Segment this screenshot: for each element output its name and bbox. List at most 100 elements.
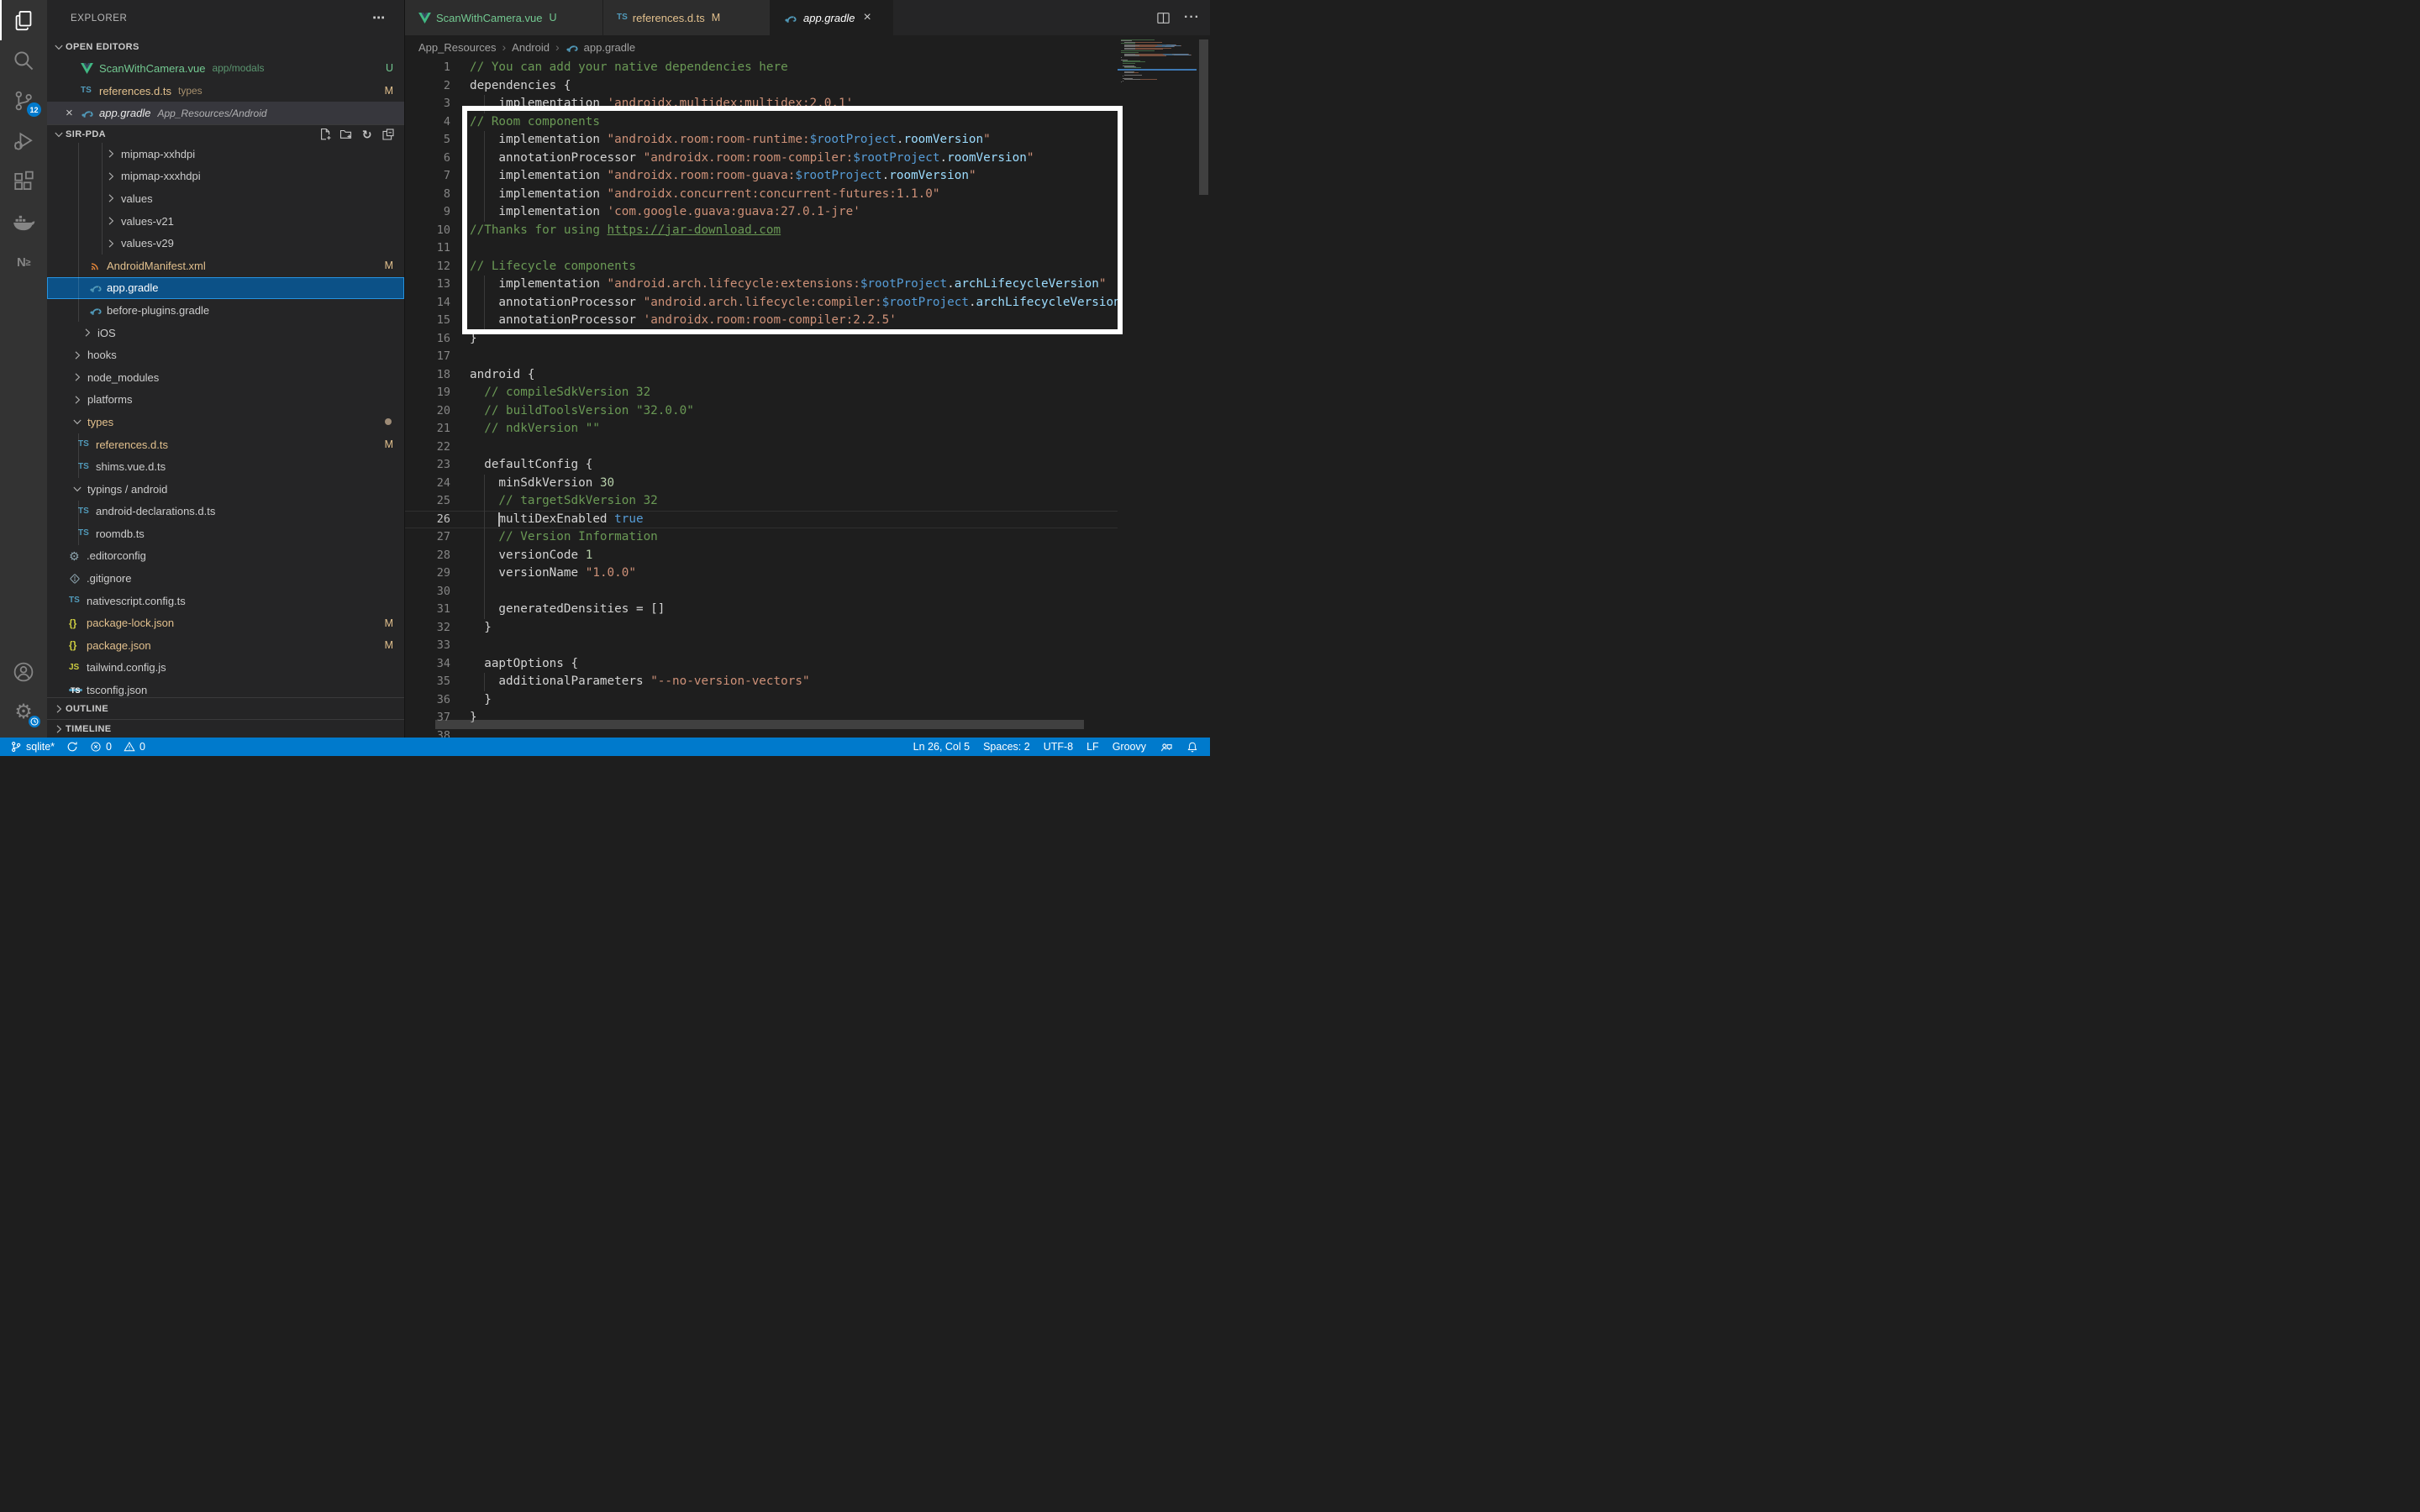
comment-link[interactable]: https://jar-download.com: [608, 223, 781, 237]
activity-run-and-debug-icon[interactable]: [0, 121, 47, 161]
breadcrumb-item-app-gradle[interactable]: app.gradle: [566, 41, 635, 54]
tree-item-hooks[interactable]: hooks: [47, 344, 404, 366]
language-mode[interactable]: Groovy: [1113, 741, 1146, 753]
code-line-24[interactable]: 24 minSdkVersion 30: [405, 475, 1118, 493]
tree-item-android-declarations-d-ts[interactable]: TSandroid-declarations.d.ts: [47, 501, 404, 523]
code-line-5[interactable]: 5 implementation "androidx.room:room-run…: [405, 131, 1118, 150]
code-line-3[interactable]: 3 implementation 'androidx.multidex:mult…: [405, 95, 1118, 113]
code-line-1[interactable]: 1// You can add your native dependencies…: [405, 59, 1118, 77]
code-line-23[interactable]: 23 defaultConfig {: [405, 456, 1118, 475]
breadcrumb-item-android[interactable]: Android: [512, 41, 550, 54]
code-line-18[interactable]: 18android {: [405, 366, 1118, 385]
tree-item-package-lock-json[interactable]: {}package-lock.jsonM: [47, 612, 404, 634]
code-line-2[interactable]: 2dependencies {: [405, 77, 1118, 96]
tree-item-shims-vue-d-ts[interactable]: TSshims.vue.d.ts: [47, 455, 404, 478]
activity-nativescript-icon[interactable]: N≥: [0, 242, 47, 282]
breadcrumb-item-app-resources[interactable]: App_Resources: [418, 41, 497, 54]
code-line-30[interactable]: 30: [405, 583, 1118, 601]
code-line-34[interactable]: 34 aaptOptions {: [405, 655, 1118, 674]
activity-source-control-icon[interactable]: 12: [0, 81, 47, 121]
open-editor-references-d-ts[interactable]: TSreferences.d.tstypesM: [47, 80, 404, 102]
code-line-6[interactable]: 6 annotationProcessor "androidx.room:roo…: [405, 150, 1118, 168]
code-line-36[interactable]: 36 }: [405, 691, 1118, 710]
activity-settings-icon[interactable]: ⚙: [0, 692, 47, 732]
notifications[interactable]: [1186, 741, 1198, 753]
code-line-35[interactable]: 35 additionalParameters "--no-version-ve…: [405, 673, 1118, 691]
split-editor-icon[interactable]: [1156, 11, 1171, 25]
code-line-31[interactable]: 31 generatedDensities = []: [405, 601, 1118, 619]
open-editor-scanwithcamera-vue[interactable]: ScanWithCamera.vueapp/modalsU: [47, 57, 404, 80]
tree-item-editorconfig[interactable]: ⚙.editorconfig: [47, 545, 404, 568]
new-file-icon[interactable]: [318, 127, 333, 142]
tree-item-ios[interactable]: iOS: [47, 322, 404, 344]
code-line-27[interactable]: 27 // Version Information: [405, 528, 1118, 547]
tree-item-nativescript-config-ts[interactable]: TSnativescript.config.ts: [47, 590, 404, 612]
minimap[interactable]: [1118, 35, 1197, 719]
tree-item-values-v29[interactable]: values-v29: [47, 232, 404, 255]
code-line-10[interactable]: 10//Thanks for using https://jar-downloa…: [405, 222, 1118, 240]
activity-docker-icon[interactable]: [0, 202, 47, 242]
encoding[interactable]: UTF-8: [1044, 741, 1073, 753]
end-of-line[interactable]: LF: [1086, 741, 1099, 753]
code-line-12[interactable]: 12// Lifecycle components: [405, 258, 1118, 276]
close-icon[interactable]: ×: [863, 11, 871, 24]
code-editor[interactable]: 1// You can add your native dependencies…: [405, 59, 1118, 738]
tree-item-values-v21[interactable]: values-v21: [47, 210, 404, 233]
code-line-13[interactable]: 13 implementation "android.arch.lifecycl…: [405, 276, 1118, 294]
cursor-position[interactable]: Ln 26, Col 5: [913, 741, 970, 753]
code-line-33[interactable]: 33: [405, 637, 1118, 655]
sync-changes[interactable]: [66, 741, 78, 753]
feedback[interactable]: [1160, 741, 1173, 753]
tree-item-types[interactable]: types: [47, 411, 404, 433]
refresh-explorer-icon[interactable]: ↻: [360, 127, 375, 142]
code-line-9[interactable]: 9 implementation 'com.google.guava:guava…: [405, 203, 1118, 222]
tab-references-d-ts[interactable]: TSreferences.d.tsM: [603, 0, 771, 35]
tab-app-gradle[interactable]: app.gradle×: [771, 0, 893, 35]
code-line-25[interactable]: 25 // targetSdkVersion 32: [405, 492, 1118, 511]
code-line-11[interactable]: 11: [405, 239, 1118, 258]
code-line-4[interactable]: 4// Room components: [405, 113, 1118, 132]
tree-item-node-modules[interactable]: node_modules: [47, 366, 404, 389]
tree-item-values[interactable]: values: [47, 187, 404, 210]
tree-item-references-d-ts[interactable]: TSreferences.d.tsM: [47, 433, 404, 456]
tree-item-platforms[interactable]: platforms: [47, 389, 404, 412]
code-line-8[interactable]: 8 implementation "androidx.concurrent:co…: [405, 186, 1118, 204]
outline-section-header[interactable]: OUTLINE: [47, 697, 404, 719]
code-line-22[interactable]: 22: [405, 438, 1118, 457]
code-line-26[interactable]: 26 multiDexEnabled true: [405, 511, 1118, 529]
tree-item-app-gradle[interactable]: app.gradle: [47, 277, 404, 300]
activity-accounts-icon[interactable]: [0, 652, 47, 692]
code-line-21[interactable]: 21 // ndkVersion "": [405, 420, 1118, 438]
tree-item-gitignore[interactable]: .gitignore: [47, 567, 404, 590]
code-line-28[interactable]: 28 versionCode 1: [405, 547, 1118, 565]
code-line-32[interactable]: 32 }: [405, 619, 1118, 638]
git-branch-status[interactable]: sqlite*: [10, 741, 55, 753]
collapse-folders-icon[interactable]: [381, 127, 396, 142]
tree-item-androidmanifest-xml[interactable]: AndroidManifest.xmlM: [47, 255, 404, 277]
warnings[interactable]: 0: [124, 741, 145, 753]
tree-item-package-json[interactable]: {}package.jsonM: [47, 634, 404, 657]
code-line-7[interactable]: 7 implementation "androidx.room:room-gua…: [405, 167, 1118, 186]
activity-search-icon[interactable]: [0, 40, 47, 81]
open-editor-app-gradle[interactable]: ×app.gradleApp_Resources/Android: [47, 102, 404, 124]
project-section-header[interactable]: SIR-PDA↻: [47, 124, 404, 143]
errors[interactable]: 0: [90, 741, 112, 753]
tree-item-mipmap-xxxhdpi[interactable]: mipmap-xxxhdpi: [47, 165, 404, 188]
tree-item-tailwind-config-js[interactable]: JStailwind.config.js: [47, 657, 404, 680]
code-line-19[interactable]: 19 // compileSdkVersion 32: [405, 384, 1118, 402]
code-line-20[interactable]: 20 // buildToolsVersion "32.0.0": [405, 402, 1118, 421]
more-actions-icon[interactable]: ···: [1184, 15, 1200, 20]
code-line-29[interactable]: 29 versionName "1.0.0": [405, 564, 1118, 583]
timeline-section-header[interactable]: TIMELINE: [47, 719, 404, 738]
open-editors-header[interactable]: OPEN EDITORS: [47, 37, 404, 57]
tree-item-before-plugins-gradle[interactable]: before-plugins.gradle: [47, 299, 404, 322]
tab-scanwithcamera-vue[interactable]: ScanWithCamera.vueU: [405, 0, 603, 35]
tree-item-mipmap-xxhdpi[interactable]: mipmap-xxhdpi: [47, 143, 404, 165]
vertical-scrollbar[interactable]: [1199, 39, 1208, 195]
close-icon[interactable]: ×: [66, 107, 79, 119]
horizontal-scrollbar[interactable]: [435, 720, 1084, 729]
code-line-16[interactable]: 16}: [405, 330, 1118, 349]
tree-item-tsconfig-json[interactable]: TStsconfig.json: [47, 679, 404, 697]
tree-item-roomdb-ts[interactable]: TSroomdb.ts: [47, 522, 404, 545]
indentation[interactable]: Spaces: 2: [983, 741, 1030, 753]
